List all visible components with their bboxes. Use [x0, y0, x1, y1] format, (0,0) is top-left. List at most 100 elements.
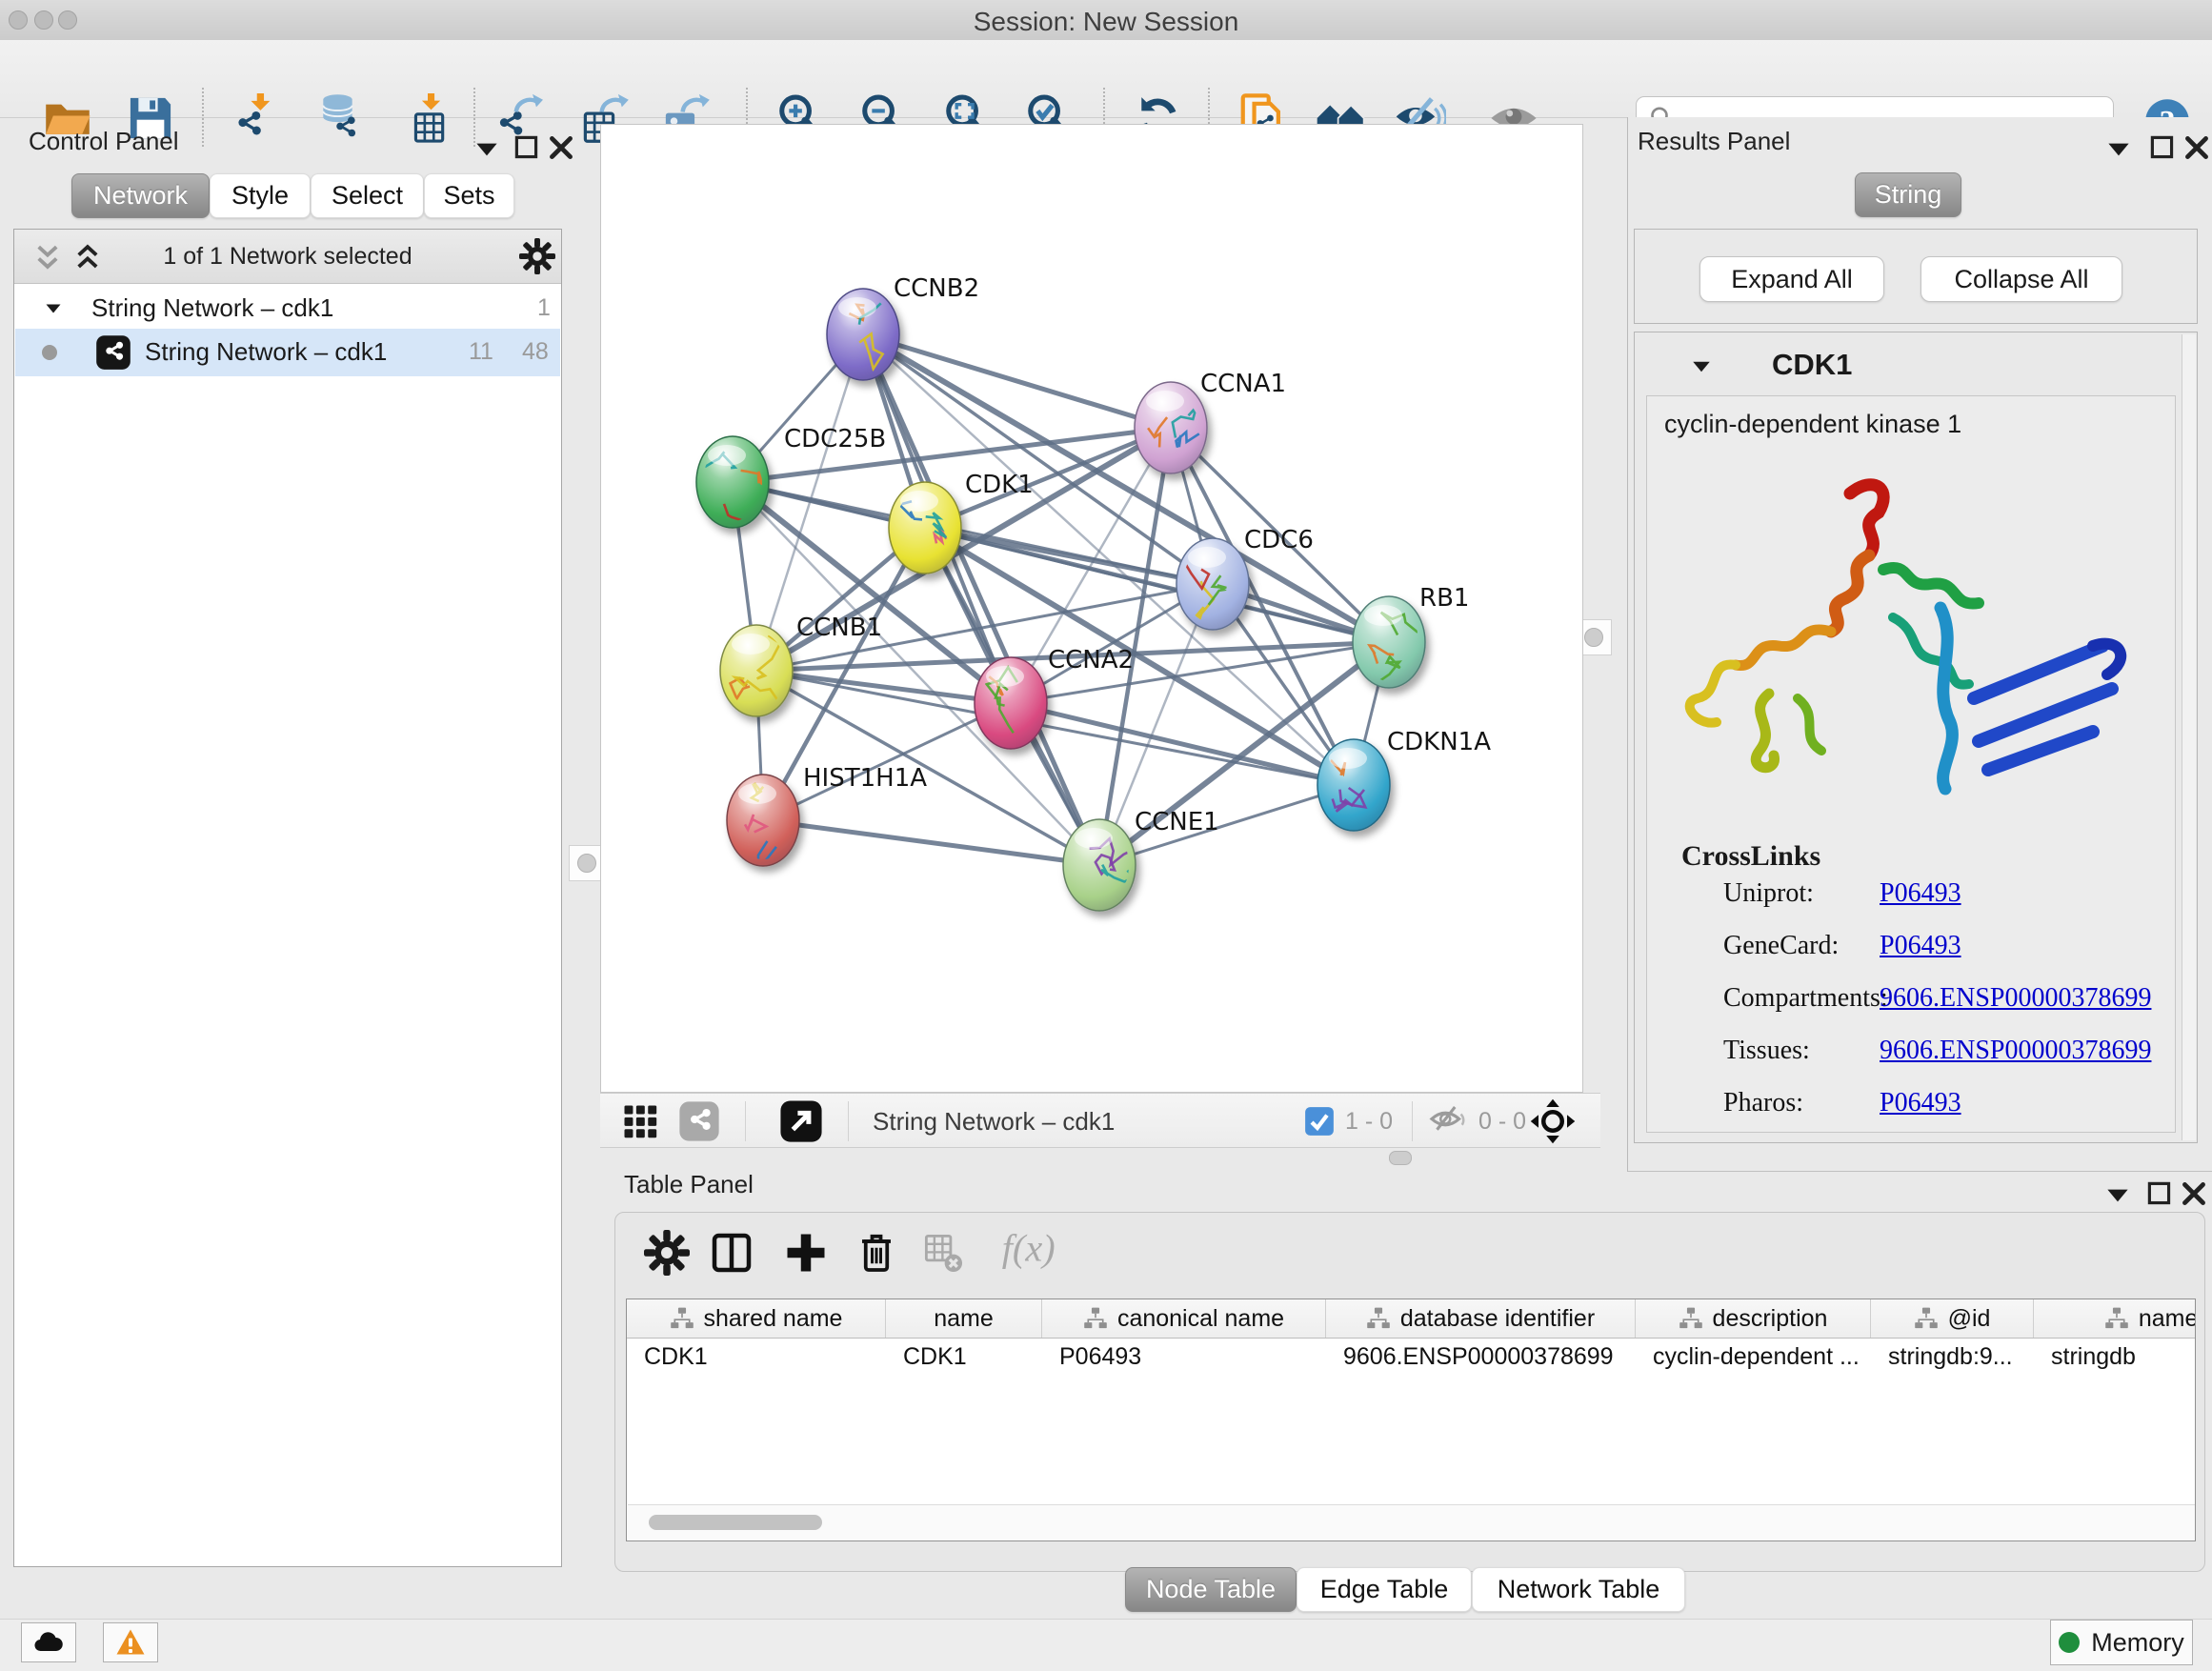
memory-status-dot-icon	[2059, 1632, 2080, 1653]
add-column-icon[interactable]	[783, 1230, 829, 1276]
node-label: CDK1	[965, 471, 1034, 499]
warnings-button[interactable]	[103, 1622, 158, 1662]
birdseye-crosshair-icon[interactable]	[1530, 1098, 1576, 1144]
node-label: CDKN1A	[1387, 728, 1491, 756]
edge[interactable]	[763, 820, 1099, 865]
edge[interactable]	[763, 703, 1011, 820]
protein-node-HIST1H1A[interactable]: HIST1H1A	[727, 764, 927, 876]
tab-network[interactable]: Network	[71, 173, 210, 218]
share-network-icon[interactable]	[678, 1100, 720, 1142]
node-label: CDC6	[1244, 526, 1314, 554]
cell-canonical-name[interactable]: P06493	[1042, 1338, 1326, 1376]
protein-node-CCNE1[interactable]: CCNE1	[1063, 808, 1219, 911]
protein-node-CDC25B[interactable]: CDC25B	[696, 425, 886, 537]
gene-description: cyclin-dependent kinase 1	[1664, 410, 1961, 439]
import-table-icon[interactable]	[402, 92, 453, 144]
column-header-description[interactable]: description	[1636, 1299, 1871, 1338]
edge[interactable]	[863, 334, 1171, 428]
results-panel-close-icon[interactable]	[2181, 131, 2212, 164]
crosslink-value-link[interactable]: P06493	[1880, 1088, 1961, 1118]
bottom-statusbar	[0, 1619, 2212, 1671]
cell-namespac[interactable]: stringdb	[2034, 1338, 2196, 1376]
cell-description[interactable]: cyclin-dependent ...	[1636, 1338, 1871, 1376]
protein-node-CDC6[interactable]: CDC6	[1160, 526, 1314, 630]
cell-database-identifier[interactable]: 9606.ENSP00000378699	[1326, 1338, 1636, 1376]
node-table[interactable]: shared namenamecanonical namedatabase id…	[626, 1299, 2196, 1541]
collection-caret-down-icon[interactable]	[42, 297, 65, 320]
network-edge-count: 48	[522, 338, 549, 366]
node-label: CCNA2	[1048, 646, 1134, 674]
control-panel-menu-caret-icon[interactable]	[471, 133, 503, 166]
delete-column-icon[interactable]	[854, 1230, 899, 1276]
tab-string[interactable]: String	[1855, 172, 1961, 217]
statusbar-network-name: String Network – cdk1	[873, 1107, 1115, 1137]
collection-label: String Network – cdk1	[91, 293, 333, 323]
network-row-selected[interactable]: String Network – cdk1 11 48	[15, 329, 560, 376]
titlebar: Session: New Session	[0, 0, 2212, 41]
bottom-splitter-handle[interactable]	[1389, 1151, 1412, 1165]
expand-all-button[interactable]: Expand All	[1699, 256, 1884, 302]
table-gear-icon[interactable]	[644, 1230, 690, 1276]
tab-edge-table[interactable]: Edge Table	[1297, 1567, 1472, 1612]
function-builder-icon-disabled: f(x)	[989, 1224, 1065, 1278]
protein-node-CDKN1A[interactable]: CDKN1A	[1308, 728, 1491, 831]
hidden-eye-icon[interactable]	[1427, 1102, 1471, 1140]
tab-select[interactable]: Select	[311, 173, 424, 218]
node-label: CCNA1	[1200, 370, 1286, 398]
control-panel-close-icon[interactable]	[545, 131, 577, 164]
column-header-namespac[interactable]: namespac	[2034, 1299, 2196, 1338]
open-in-window-icon[interactable]	[779, 1099, 823, 1143]
grid-view-icon[interactable]	[619, 1100, 661, 1142]
column-header-database-identifier[interactable]: database identifier	[1326, 1299, 1636, 1338]
network-canvas[interactable]: CCNB2 CCNA1 CDC25B CDK1 CDC6 RB1	[600, 124, 1583, 1093]
network-node-count: 11	[469, 338, 493, 366]
column-header-canonical-name[interactable]: canonical name	[1042, 1299, 1326, 1338]
network-list-gear-icon[interactable]	[519, 238, 555, 274]
table-panel-menu-caret-icon[interactable]	[2101, 1179, 2134, 1212]
import-network-icon[interactable]	[232, 92, 284, 144]
control-panel-tabbar: NetworkStyleSelectSets	[71, 173, 514, 218]
crosslink-label: Pharos:	[1723, 1088, 1803, 1118]
gene-result-card: CDK1 cyclin-dependent kinase 1	[1634, 332, 2198, 1143]
table-panel-float-icon[interactable]	[2143, 1178, 2176, 1210]
table-hscrollbar[interactable]	[628, 1504, 2196, 1540]
results-panel-menu-caret-icon[interactable]	[2102, 133, 2135, 166]
results-panel-float-icon[interactable]	[2146, 131, 2179, 164]
gene-caret-down-icon[interactable]	[1688, 353, 1715, 380]
protein-node-CCNA1[interactable]: CCNA1	[1135, 370, 1286, 473]
selected-checkbox-icon[interactable]	[1303, 1105, 1336, 1137]
protein-node-RB1[interactable]: RB1	[1353, 584, 1469, 688]
crosslink-label: Tissues:	[1723, 1036, 1810, 1066]
split-columns-icon[interactable]	[709, 1230, 754, 1276]
table-row[interactable]: CDK1CDK1P064939606.ENSP00000378699cyclin…	[627, 1338, 2196, 1376]
network-view-statusbar: String Network – cdk1 1 - 0 0 - 0	[600, 1093, 1600, 1148]
selected-counts: 1 - 0	[1345, 1108, 1393, 1136]
network-graph[interactable]: CCNB2 CCNA1 CDC25B CDK1 CDC6 RB1	[601, 125, 1582, 1092]
control-panel-float-icon[interactable]	[511, 131, 543, 164]
protein-structure-image	[1655, 455, 2169, 827]
cell-shared-name[interactable]: CDK1	[627, 1338, 886, 1376]
edge[interactable]	[1011, 703, 1354, 785]
cloud-button[interactable]	[21, 1622, 76, 1662]
crosslink-value-link[interactable]: P06493	[1880, 878, 1961, 909]
results-scrollbar[interactable]	[2182, 334, 2196, 1140]
table-panel-close-icon[interactable]	[2178, 1178, 2210, 1210]
crosslink-value-link[interactable]: 9606.ENSP00000378699	[1880, 1036, 2151, 1066]
crosslink-value-link[interactable]: 9606.ENSP00000378699	[1880, 983, 2151, 1014]
column-header-@id[interactable]: @id	[1871, 1299, 2034, 1338]
network-collection-row[interactable]: String Network – cdk1 1	[15, 289, 560, 329]
tab-sets[interactable]: Sets	[424, 173, 514, 218]
tab-network-table[interactable]: Network Table	[1472, 1567, 1685, 1612]
cell-name[interactable]: CDK1	[886, 1338, 1042, 1376]
column-header-shared-name[interactable]: shared name	[627, 1299, 886, 1338]
tab-style[interactable]: Style	[210, 173, 311, 218]
tab-node-table[interactable]: Node Table	[1125, 1567, 1297, 1612]
delete-table-icon-disabled	[922, 1234, 966, 1274]
cell-@id[interactable]: stringdb:9...	[1871, 1338, 2034, 1376]
crosslink-value-link[interactable]: P06493	[1880, 931, 1961, 961]
collapse-all-button[interactable]: Collapse All	[1920, 256, 2122, 302]
column-header-name[interactable]: name	[886, 1299, 1042, 1338]
node-label: CDC25B	[784, 425, 886, 453]
memory-button[interactable]: Memory	[2050, 1620, 2193, 1665]
import-network-from-database-icon[interactable]	[312, 92, 364, 144]
